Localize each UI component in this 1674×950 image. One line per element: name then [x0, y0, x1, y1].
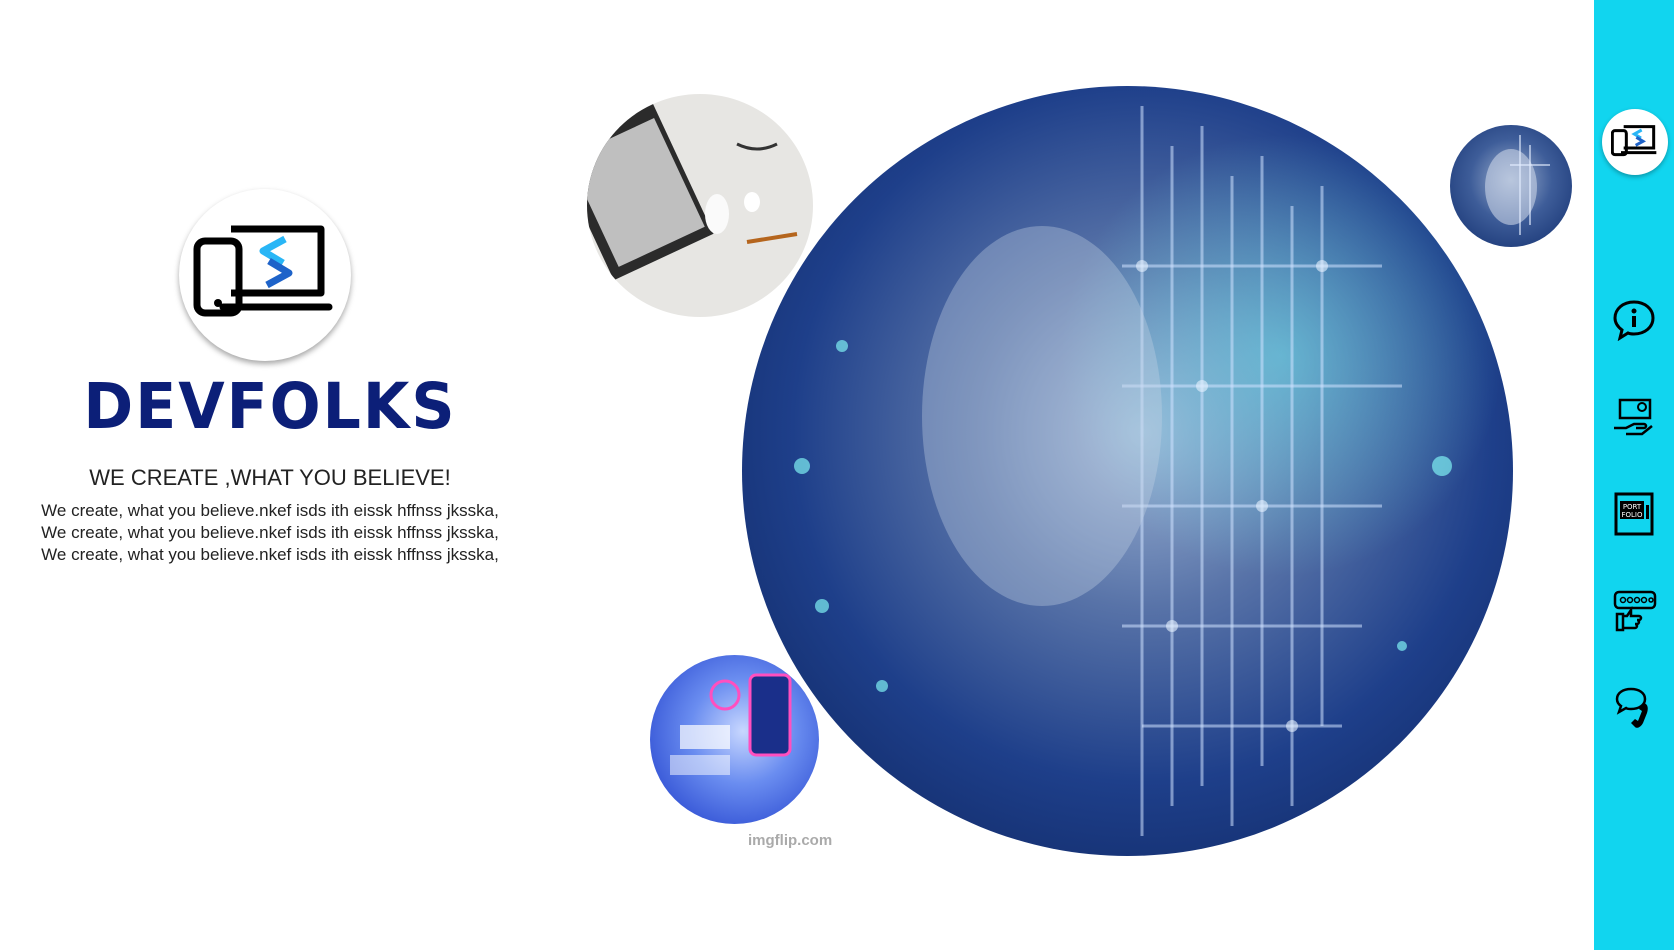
description: We create, what you believe.nkef isds it… [41, 501, 499, 564]
nav-portfolio[interactable]: PORT FOLIO [1606, 486, 1662, 542]
info-chat-icon [1613, 300, 1655, 341]
devices-logo-icon [1611, 125, 1657, 157]
isometric-phone-image [650, 655, 819, 824]
ai-face-thumbnail [1450, 125, 1572, 247]
tagline: WE CREATE ,WHAT YOU BELIEVE! [89, 465, 451, 490]
svg-text:FOLIO: FOLIO [1621, 511, 1643, 519]
ai-face-image [742, 86, 1513, 856]
portfolio-icon: PORT FOLIO [1614, 492, 1654, 536]
contact-phone-icon [1615, 687, 1648, 728]
nav-about[interactable] [1606, 292, 1662, 348]
nav-contact[interactable] [1606, 680, 1662, 736]
rating-thumb-icon [1613, 590, 1657, 632]
side-navigation: PORT FOLIO [1594, 0, 1674, 950]
laptop-desk-image [587, 94, 813, 317]
svg-text:PORT: PORT [1623, 503, 1642, 511]
watermark-text: imgflip.com [748, 832, 833, 849]
nav-home[interactable] [1602, 109, 1668, 175]
services-hand-icon [1614, 398, 1653, 436]
brand-name: DEVFOLKS [83, 370, 457, 444]
nav-reviews[interactable] [1606, 584, 1662, 640]
logo-badge [179, 189, 351, 361]
nav-services[interactable] [1606, 389, 1662, 445]
devices-logo-icon [193, 225, 333, 317]
